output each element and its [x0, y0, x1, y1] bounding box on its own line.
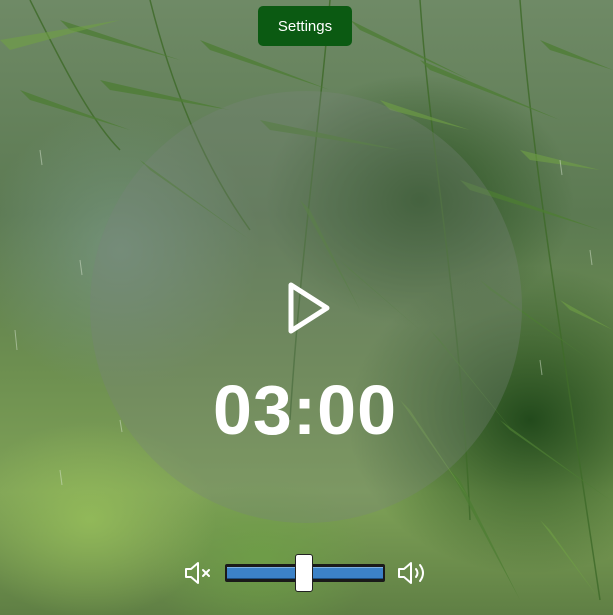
volume-up-icon[interactable] — [396, 558, 428, 588]
app-background: Settings 03:00 — [0, 0, 613, 615]
play-icon — [288, 282, 330, 334]
timer-time-display: 03:00 — [212, 371, 398, 449]
volume-mute-icon[interactable] — [183, 559, 213, 587]
settings-button[interactable]: Settings — [258, 6, 352, 46]
volume-slider-thumb[interactable] — [294, 554, 313, 592]
play-button[interactable] — [282, 280, 334, 336]
